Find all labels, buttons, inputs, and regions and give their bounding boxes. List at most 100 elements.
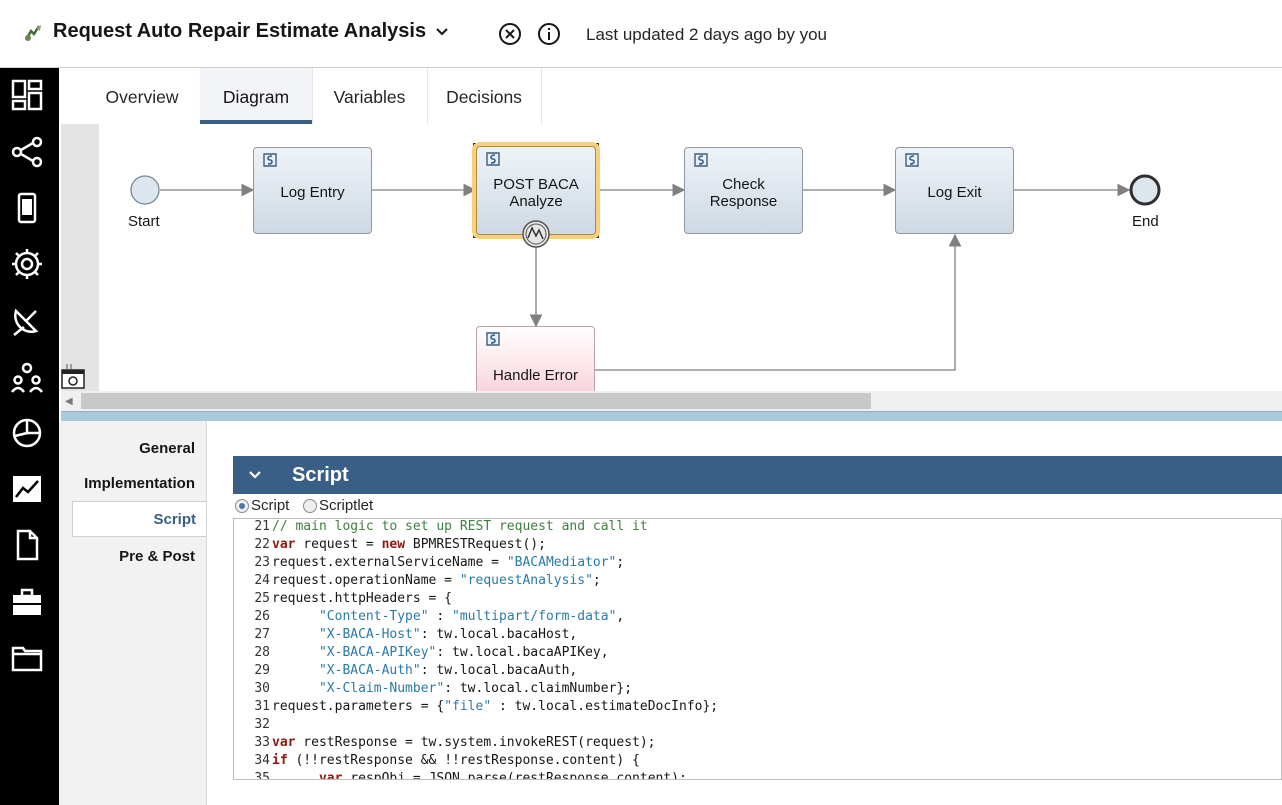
tab-variables[interactable]: Variables bbox=[312, 68, 427, 124]
chevron-down-icon[interactable] bbox=[247, 467, 263, 483]
code-line[interactable]: 33 var restResponse = tw.system.invokeRES… bbox=[234, 734, 655, 752]
section-script[interactable]: Script bbox=[72, 501, 206, 537]
horizontal-scrollbar[interactable]: ◀ bbox=[61, 391, 1282, 411]
code-line[interactable]: 35 var respObj = JSON.parse(restResponse… bbox=[234, 770, 686, 779]
code-token: ; bbox=[592, 573, 601, 588]
line-number: 21 bbox=[254, 519, 270, 534]
process-app-icon bbox=[22, 22, 44, 44]
radio-script[interactable]: Script bbox=[235, 497, 289, 514]
code-token: "requestAnalysis" bbox=[459, 573, 593, 588]
line-number: 23 bbox=[254, 555, 270, 570]
code-line[interactable]: 22 var request = new BPMRESTRequest(); bbox=[234, 536, 546, 554]
sequence-flows bbox=[130, 174, 1161, 371]
code-line[interactable]: 32 bbox=[234, 716, 272, 734]
end-event bbox=[1129, 174, 1161, 206]
code-editor[interactable]: 21// main logic to set up REST request a… bbox=[233, 518, 1282, 780]
script-icon bbox=[903, 152, 921, 170]
code-token: : bbox=[428, 609, 453, 624]
properties-panel: Script Script Scriptlet 21// main logic … bbox=[207, 421, 1282, 805]
scroll-left-arrow-icon[interactable]: ◀ bbox=[65, 396, 73, 407]
script-section-header[interactable]: Script bbox=[233, 456, 1282, 494]
code-token: request = bbox=[295, 537, 382, 552]
code-token: : tw.local.bacaAPIKey, bbox=[436, 645, 609, 660]
code-line[interactable]: 29 "X-BACA-Auth": tw.local.bacaAuth, bbox=[234, 662, 577, 680]
code-line[interactable]: 30 "X-Claim-Number": tw.local.claimNumbe… bbox=[234, 680, 632, 698]
node-log-entry[interactable]: Log Entry bbox=[253, 147, 372, 234]
error-boundary-event-icon[interactable] bbox=[521, 219, 551, 249]
header-bar: Request Auto Repair Estimate Analysis La… bbox=[0, 0, 1282, 68]
radio-scriptlet-dot[interactable] bbox=[303, 498, 317, 513]
section-implementation[interactable]: Implementation bbox=[84, 475, 195, 492]
line-number: 32 bbox=[254, 717, 270, 732]
scrollbar-thumb[interactable] bbox=[81, 393, 871, 409]
mobile-icon[interactable] bbox=[10, 191, 44, 225]
code-token: "X-BACA-Auth" bbox=[318, 663, 421, 678]
close-circle-icon[interactable] bbox=[498, 22, 522, 46]
last-updated-text: Last updated 2 days ago by you bbox=[586, 25, 828, 44]
tab-decisions[interactable]: Decisions bbox=[427, 68, 541, 124]
diagram-canvas[interactable]: Start End Log Entry POST BACA Analyze Ch… bbox=[61, 124, 1282, 391]
script-icon bbox=[484, 151, 502, 169]
code-token: ; bbox=[616, 555, 625, 570]
trend-chart-icon[interactable] bbox=[10, 472, 44, 506]
line-number: 26 bbox=[254, 609, 270, 624]
line-number: 29 bbox=[254, 663, 270, 678]
code-line[interactable]: 34 if (!!restResponse && !!restResponse.c… bbox=[234, 752, 640, 770]
code-token: "Content-Type" bbox=[318, 609, 429, 624]
radio-scriptlet[interactable]: Scriptlet bbox=[303, 497, 373, 514]
settings-gear-icon[interactable] bbox=[10, 247, 44, 281]
node-handle-error[interactable]: Handle Error bbox=[476, 326, 595, 391]
code-token: , bbox=[616, 609, 625, 624]
people-icon[interactable] bbox=[10, 360, 44, 394]
left-nav-rail bbox=[0, 68, 59, 805]
line-number: 25 bbox=[254, 591, 270, 606]
panel-splitter[interactable] bbox=[61, 411, 1282, 421]
start-event bbox=[130, 175, 160, 205]
line-number: 34 bbox=[254, 753, 270, 768]
satellite-dish-icon[interactable] bbox=[10, 303, 44, 337]
code-token: if bbox=[272, 753, 288, 768]
code-token: BPMRESTRequest(); bbox=[405, 537, 546, 552]
script-icon bbox=[692, 152, 710, 170]
line-number: 30 bbox=[254, 681, 270, 696]
code-line[interactable]: 28 "X-BACA-APIKey": tw.local.bacaAPIKey, bbox=[234, 644, 609, 662]
palette-toggle-icon[interactable] bbox=[61, 364, 87, 390]
code-line[interactable]: 27 "X-BACA-Host": tw.local.bacaHost, bbox=[234, 626, 577, 644]
section-general[interactable]: General bbox=[139, 440, 195, 457]
end-label: End bbox=[1132, 213, 1159, 230]
tab-separator bbox=[541, 68, 542, 124]
code-token: new bbox=[381, 537, 406, 552]
script-section-title: Script bbox=[292, 464, 349, 486]
code-line[interactable]: 21// main logic to set up REST request a… bbox=[234, 519, 647, 536]
code-line[interactable]: 25 request.httpHeaders = { bbox=[234, 590, 452, 608]
tab-diagram[interactable]: Diagram bbox=[200, 68, 312, 124]
code-token: "X-Claim-Number" bbox=[318, 681, 445, 696]
info-icon[interactable] bbox=[537, 22, 561, 46]
page-title: Request Auto Repair Estimate Analysis bbox=[53, 20, 427, 42]
node-check-response[interactable]: Check Response bbox=[684, 147, 803, 234]
code-token: : tw.local.bacaHost, bbox=[420, 627, 578, 642]
dashboard-icon[interactable] bbox=[10, 78, 44, 112]
code-line[interactable]: 26 "Content-Type" : "multipart/form-data… bbox=[234, 608, 624, 626]
line-number: 27 bbox=[254, 627, 270, 642]
code-token: var bbox=[272, 735, 296, 750]
node-log-exit[interactable]: Log Exit bbox=[895, 147, 1014, 234]
line-number: 33 bbox=[254, 735, 270, 750]
code-token: : tw.local.estimateDocInfo}; bbox=[491, 699, 719, 714]
pie-chart-icon[interactable] bbox=[10, 416, 44, 450]
folder-icon[interactable] bbox=[10, 641, 44, 675]
process-flow-icon[interactable] bbox=[10, 135, 44, 169]
code-line[interactable]: 31 request.parameters = {"file" : tw.loca… bbox=[234, 698, 718, 716]
toolbox-icon[interactable] bbox=[10, 585, 44, 619]
radio-script-dot[interactable] bbox=[235, 498, 249, 513]
chevron-down-icon[interactable] bbox=[434, 24, 450, 40]
code-line[interactable]: 24 request.operationName = "requestAnalys… bbox=[234, 572, 601, 590]
section-pre-post[interactable]: Pre & Post bbox=[119, 548, 195, 565]
tab-overview[interactable]: Overview bbox=[84, 68, 200, 124]
document-icon[interactable] bbox=[10, 528, 44, 562]
code-line[interactable]: 23 request.externalServiceName = "BACAMed… bbox=[234, 554, 624, 572]
